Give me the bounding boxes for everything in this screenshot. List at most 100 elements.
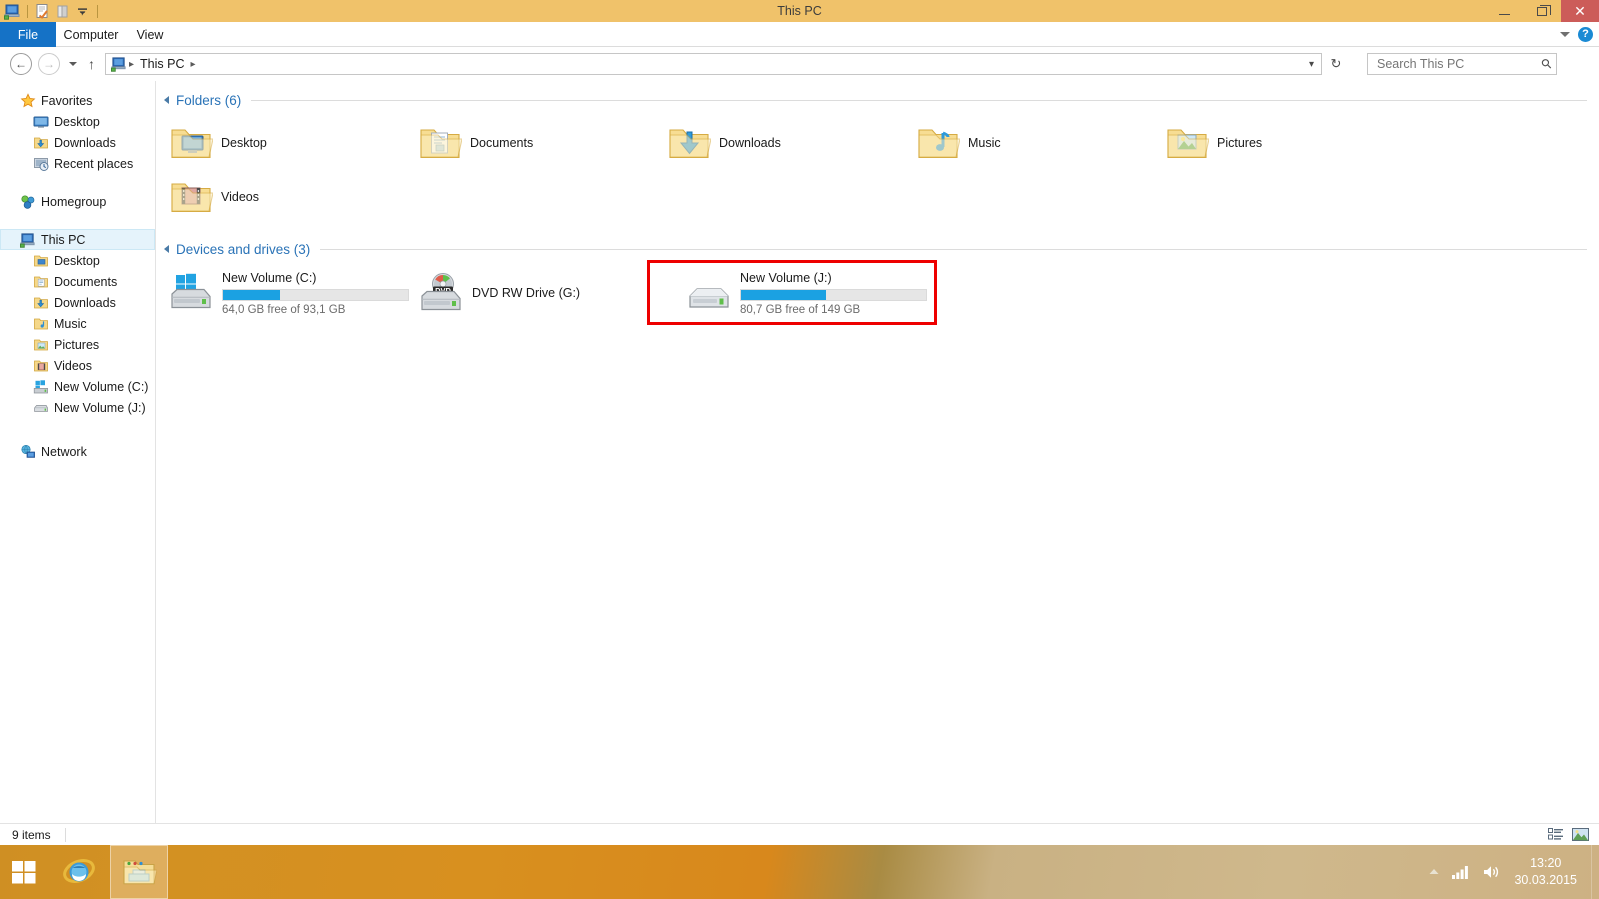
breadcrumb-item-this-pc[interactable]: This PC — [136, 57, 188, 71]
tile-folder-videos[interactable]: Videos — [168, 170, 417, 224]
search-box[interactable]: ⚲ — [1367, 53, 1557, 75]
folders-row-1: Desktop Documents Downloads Music Pictur… — [168, 116, 1599, 170]
tile-folder-desktop[interactable]: Desktop — [168, 116, 417, 170]
tile-label-desktop: Desktop — [221, 136, 267, 150]
breadcrumb-separator-2[interactable]: ▸ — [188, 59, 197, 70]
nav-group-network[interactable]: Network — [0, 441, 155, 462]
windows-drive-icon — [33, 379, 49, 395]
nav-label-pc-pictures: Pictures — [54, 337, 100, 352]
details-view-icon[interactable] — [1548, 828, 1564, 841]
nav-label-pc-downloads: Downloads — [54, 295, 116, 310]
qat-separator-1 — [27, 4, 28, 18]
drive-tile-new-volume-c[interactable]: New Volume (C:) 64,0 GB free of 93,1 GB — [168, 264, 418, 322]
status-bar: 9 items — [0, 823, 1599, 845]
nav-label-pc-music: Music — [54, 316, 87, 331]
tile-folder-music[interactable]: Music — [915, 116, 1164, 170]
nav-item-pc-documents[interactable]: Documents — [0, 271, 155, 292]
taskbar-internet-explorer-icon[interactable] — [55, 845, 103, 899]
group-header-folders[interactable]: Folders (6) — [164, 89, 1599, 111]
nav-item-fav-desktop[interactable]: Desktop — [0, 111, 155, 132]
tile-folder-downloads[interactable]: Downloads — [666, 116, 915, 170]
volume-icon[interactable] — [1482, 864, 1502, 880]
nav-label-pc-documents: Documents — [54, 274, 118, 289]
this-pc-icon[interactable] — [4, 3, 21, 20]
nav-item-pc-pictures[interactable]: Pictures — [0, 334, 155, 355]
address-bar-row: ← → ↑ ▸ This PC ▸ ▾ ↻ ⚲ — [0, 48, 1599, 80]
status-item-count: 9 items — [12, 827, 51, 842]
file-list-pane[interactable]: Folders (6) Desktop Documents Downloads … — [156, 81, 1599, 823]
group-header-devices-and-drives[interactable]: Devices and drives (3) — [164, 238, 1599, 260]
network-signal-icon[interactable] — [1452, 865, 1470, 880]
nav-label-pc-videos: Videos — [54, 358, 92, 373]
nav-label-favorites: Favorites — [41, 93, 93, 108]
large-icons-view-icon[interactable] — [1572, 828, 1589, 841]
nav-label-homegroup: Homegroup — [41, 194, 107, 209]
nav-group-this-pc[interactable]: This PC — [0, 229, 155, 250]
nav-label-this-pc: This PC — [41, 232, 86, 247]
tab-computer[interactable]: Computer — [56, 22, 126, 47]
tile-folder-documents[interactable]: Documents — [417, 116, 666, 170]
nav-item-fav-downloads[interactable]: Downloads — [0, 132, 155, 153]
nav-item-fav-recent-places[interactable]: Recent places — [0, 153, 155, 174]
expand-ribbon-icon[interactable] — [1560, 32, 1570, 37]
drive-capacity-new-volume-c: 64,0 GB free of 93,1 GB — [222, 303, 346, 316]
nav-item-pc-videos[interactable]: Videos — [0, 355, 155, 376]
this-pc-icon — [20, 232, 36, 248]
customize-dropdown-icon[interactable] — [74, 3, 91, 20]
pictures-folder-icon — [33, 337, 49, 353]
help-icon[interactable]: ? — [1578, 27, 1593, 42]
tile-label-music: Music — [968, 136, 1001, 150]
taskbar-clock[interactable]: 13:20 30.03.2015 — [1514, 855, 1591, 889]
videos-folder-icon — [33, 358, 49, 374]
nav-item-pc-volume-j[interactable]: New Volume (J:) — [0, 397, 155, 418]
minimize-button[interactable] — [1485, 0, 1523, 22]
nav-item-pc-desktop[interactable]: Desktop — [0, 250, 155, 271]
back-button[interactable]: ← — [10, 53, 32, 75]
system-tray: 13:20 30.03.2015 — [1428, 845, 1599, 899]
downloads-folder-icon — [666, 120, 712, 166]
nav-item-pc-downloads[interactable]: Downloads — [0, 292, 155, 313]
collapse-triangle-icon[interactable] — [164, 245, 169, 253]
window-controls: ✕ — [1485, 0, 1599, 22]
videos-folder-icon — [168, 174, 214, 220]
desktop-folder-icon — [168, 120, 214, 166]
nav-group-homegroup[interactable]: Homegroup — [0, 191, 155, 212]
recent-locations-icon[interactable] — [69, 62, 77, 66]
collapse-triangle-icon[interactable] — [164, 96, 169, 104]
nav-item-pc-music[interactable]: Music — [0, 313, 155, 334]
breadcrumb-this-pc-icon — [111, 56, 127, 72]
forward-button[interactable]: → — [38, 53, 60, 75]
hard-drive-icon — [33, 400, 49, 416]
taskbar-file-explorer-icon[interactable] — [110, 845, 168, 899]
desktop-icon — [33, 114, 49, 130]
address-history-dropdown-icon[interactable]: ▾ — [1309, 59, 1321, 70]
nav-spacer-1 — [0, 174, 155, 191]
maximize-button[interactable] — [1523, 0, 1561, 22]
breadcrumb-separator-1[interactable]: ▸ — [127, 59, 136, 70]
new-folder-icon[interactable] — [54, 3, 71, 20]
show-desktop-button[interactable] — [1591, 845, 1599, 899]
nav-item-pc-volume-c[interactable]: New Volume (C:) — [0, 376, 155, 397]
tab-view[interactable]: View — [126, 22, 174, 47]
nav-group-favorites[interactable]: Favorites — [0, 90, 155, 111]
up-button[interactable]: ↑ — [88, 56, 95, 72]
drives-row: New Volume (C:) 64,0 GB free of 93,1 GB — [168, 260, 1599, 325]
refresh-button[interactable]: ↻ — [1325, 53, 1347, 75]
content-area: Favorites Desktop Downloads Recent place… — [0, 81, 1599, 823]
show-hidden-icons-icon[interactable] — [1428, 868, 1440, 876]
tab-file[interactable]: File — [0, 22, 56, 47]
drive-name-new-volume-c: New Volume (C:) — [222, 270, 317, 285]
properties-icon[interactable] — [34, 3, 51, 20]
search-input[interactable] — [1375, 56, 1543, 72]
folders-row-2: Videos — [168, 170, 1599, 224]
homegroup-icon — [20, 194, 36, 210]
drive-tile-dvd-rw-drive-g[interactable]: DVD DVD RW Drive (G:) — [418, 264, 668, 322]
start-button[interactable] — [0, 845, 48, 899]
music-folder-icon — [33, 316, 49, 332]
address-breadcrumb-bar[interactable]: ▸ This PC ▸ ▾ — [105, 53, 1322, 75]
view-mode-buttons — [1548, 828, 1589, 841]
tile-folder-pictures[interactable]: Pictures — [1164, 116, 1413, 170]
close-button[interactable]: ✕ — [1561, 0, 1599, 22]
nav-label-fav-desktop: Desktop — [54, 114, 100, 129]
group-title-folders: Folders (6) — [176, 92, 242, 108]
